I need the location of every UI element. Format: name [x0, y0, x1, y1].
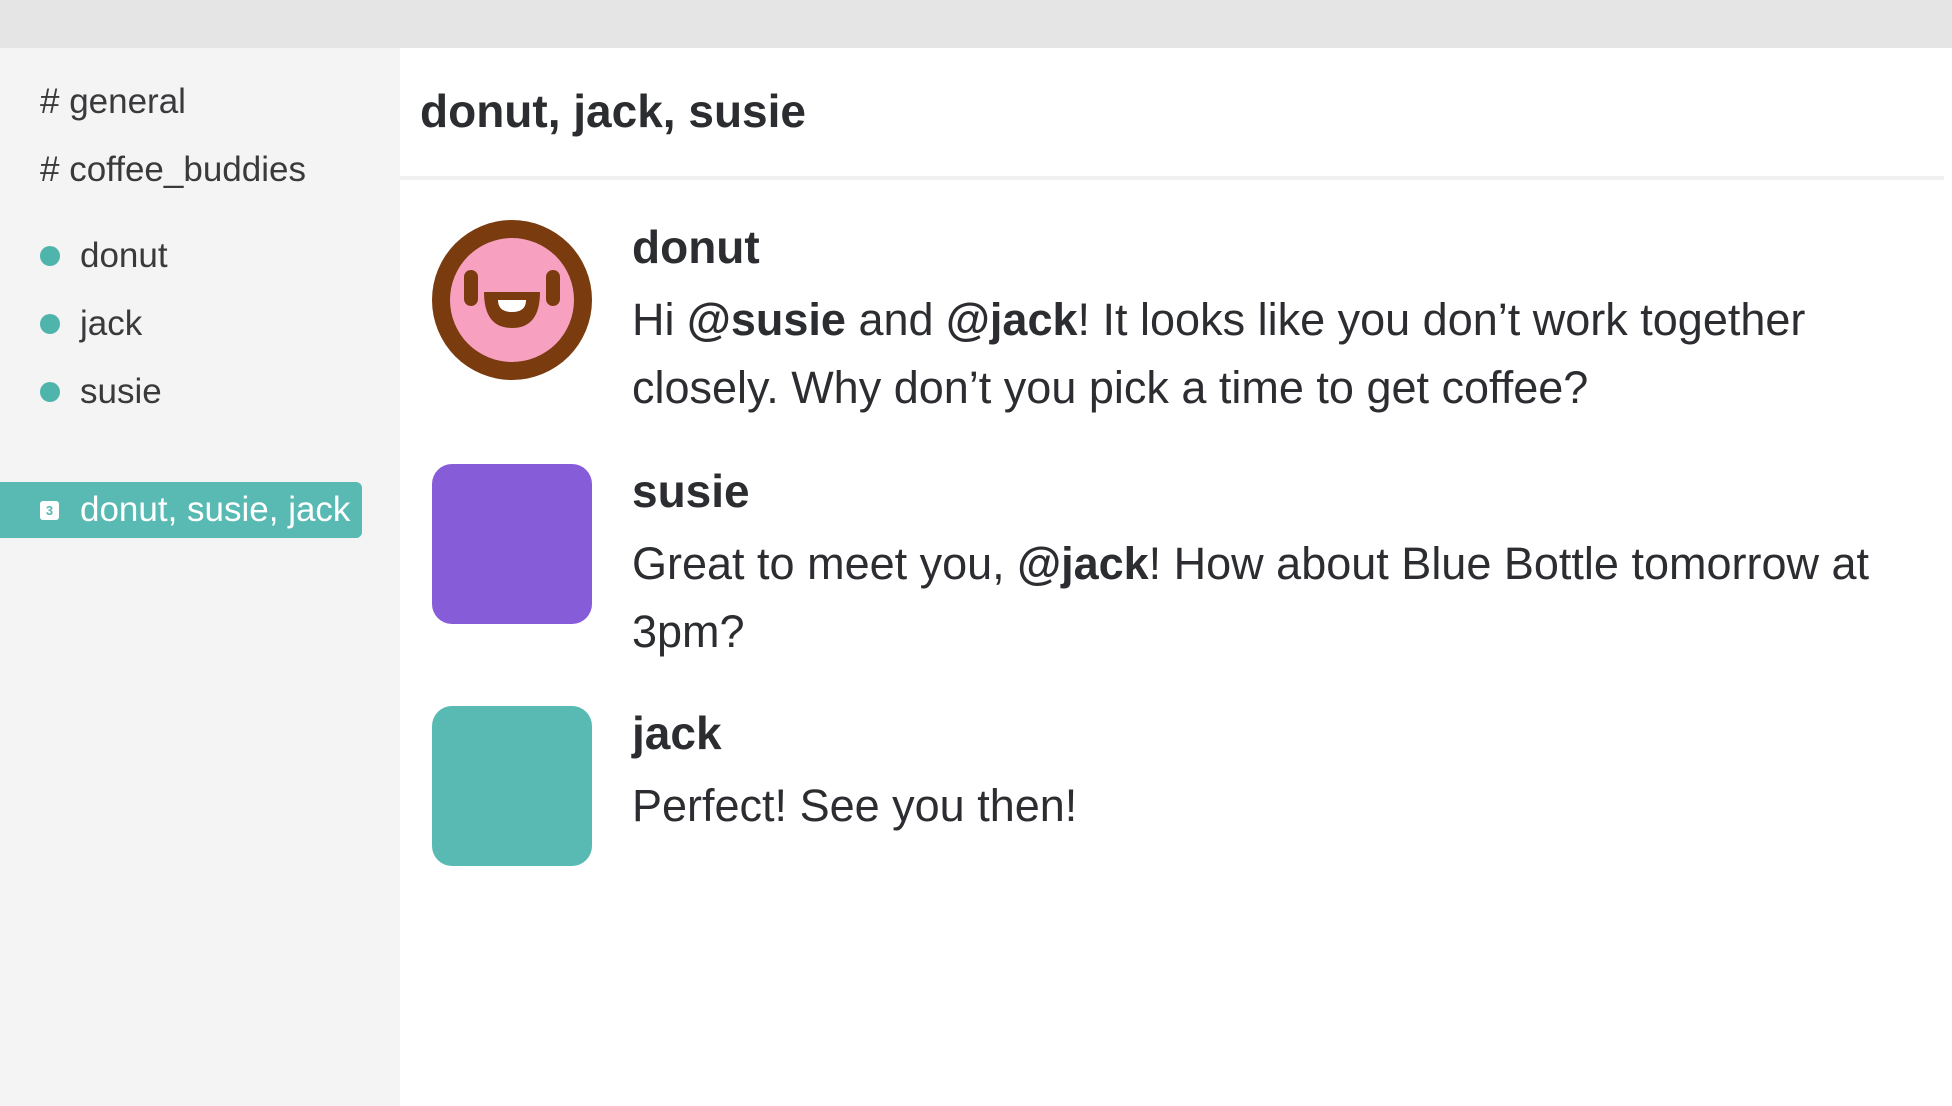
message-text: Hi @susie and @jack! It looks like you d… [632, 294, 1806, 413]
message-author[interactable]: donut [632, 220, 760, 274]
sidebar: # general # coffee_buddies donut jack su… [0, 48, 400, 1106]
sidebar-channel-general[interactable]: # general [40, 82, 186, 122]
sidebar-channel-coffee-buddies[interactable]: # coffee_buddies [40, 150, 306, 190]
sidebar-dm-jack[interactable]: jack [40, 300, 142, 348]
mention-jack[interactable]: @jack [1017, 538, 1148, 589]
message-author[interactable]: susie [632, 464, 750, 518]
avatar-jack[interactable] [432, 706, 592, 866]
window-top-bar [0, 0, 1952, 48]
mention-jack[interactable]: @jack [946, 294, 1077, 345]
donut-face-icon [432, 220, 592, 380]
message-author[interactable]: jack [632, 706, 722, 760]
presence-dot-icon [40, 246, 60, 266]
sidebar-dm-label: donut [80, 236, 168, 275]
presence-dot-icon [40, 314, 60, 334]
sidebar-dm-susie[interactable]: susie [40, 368, 162, 416]
message-text: Great to meet you, @jack! How about Blue… [632, 538, 1870, 657]
group-member-count-badge: 3 [40, 500, 59, 520]
conversation-pane: donut, jack, susie donut Hi @susie and @… [400, 48, 1944, 1106]
presence-dot-icon [40, 382, 60, 402]
message-text: Perfect! See you then! [632, 780, 1078, 831]
sidebar-dm-label: jack [80, 304, 143, 343]
avatar-susie[interactable] [432, 464, 592, 624]
conversation-header: donut, jack, susie [400, 48, 1944, 180]
sidebar-dm-label: susie [80, 372, 162, 411]
sidebar-group-dm-label: donut, susie, jack [80, 490, 351, 529]
conversation-title: donut, jack, susie [420, 85, 806, 137]
sidebar-group-dm-active[interactable]: 3 donut, susie, jack [0, 482, 362, 538]
mention-susie[interactable]: @susie [687, 294, 846, 345]
sidebar-dm-donut[interactable]: donut [40, 232, 168, 280]
